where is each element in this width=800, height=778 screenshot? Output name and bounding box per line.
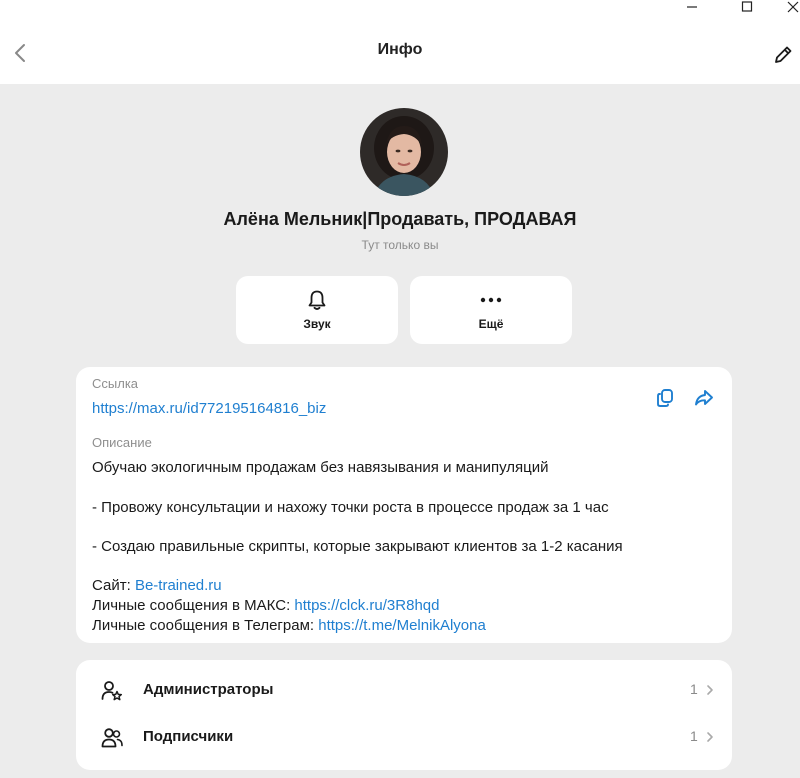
sound-button-label: Звук xyxy=(303,317,331,331)
description-line: - Провожу консультации и нахожу точки ро… xyxy=(92,499,609,516)
members-card: Администраторы 1 Подписчики 1 xyxy=(76,660,732,770)
admin-icon xyxy=(101,681,123,701)
max-contact-prefix: Личные сообщения в МАКС: xyxy=(92,597,295,614)
more-button-label: Ещё xyxy=(478,317,504,331)
maximize-button[interactable] xyxy=(727,0,767,14)
profile-name: Алёна Мельник|Продавать, ПРОДАВАЯ xyxy=(223,209,577,229)
list-item-label: Администраторы xyxy=(143,681,274,698)
link-value[interactable]: https://max.ru/id772195164816_biz xyxy=(92,400,326,417)
telegram-contact-line: Личные сообщения в Телеграм: https://t.m… xyxy=(92,617,486,634)
more-button[interactable]: Ещё xyxy=(410,276,572,344)
sound-button[interactable]: Звук xyxy=(236,276,398,344)
edit-button[interactable] xyxy=(768,40,798,70)
list-item-label: Подписчики xyxy=(143,728,234,745)
list-item-subscribers[interactable]: Подписчики 1 xyxy=(76,714,732,761)
more-icon xyxy=(480,297,502,303)
site-line: Сайт: Be-trained.ru xyxy=(92,577,222,594)
list-item-administrators[interactable]: Администраторы 1 xyxy=(76,667,732,714)
description-line: - Создаю правильные скрипты, которые зак… xyxy=(92,538,623,555)
maximize-icon xyxy=(741,1,753,12)
max-contact-link[interactable]: https://clck.ru/3R8hqd xyxy=(294,597,439,614)
list-item-count: 1 xyxy=(690,681,698,697)
page-title: Инфо xyxy=(377,41,423,58)
chevron-right-icon xyxy=(707,732,713,742)
copy-icon xyxy=(657,389,673,407)
telegram-contact-prefix: Личные сообщения в Телеграм: xyxy=(92,617,319,634)
close-icon xyxy=(787,1,799,13)
site-prefix: Сайт: xyxy=(92,577,135,594)
description-label: Описание xyxy=(92,435,152,450)
profile-subtitle: Тут только вы xyxy=(361,238,439,252)
avatar[interactable] xyxy=(360,108,448,196)
profile-photo xyxy=(360,108,448,196)
chevron-right-icon xyxy=(707,685,713,695)
link-label: Ссылка xyxy=(92,376,139,391)
share-link-button[interactable] xyxy=(692,386,716,410)
description-line: Обучаю экологичным продажам без навязыва… xyxy=(92,459,549,476)
minimize-button[interactable] xyxy=(672,0,712,14)
bell-icon xyxy=(308,290,326,310)
subscribers-icon xyxy=(101,728,123,748)
pencil-icon xyxy=(775,46,792,63)
share-icon xyxy=(695,390,713,406)
info-card: Ссылка https://max.ru/id772195164816_biz… xyxy=(76,367,732,643)
minimize-icon xyxy=(687,6,697,8)
max-contact-line: Личные сообщения в МАКС: https://clck.ru… xyxy=(92,597,439,614)
telegram-contact-link[interactable]: https://t.me/MelnikAlyona xyxy=(318,617,486,634)
site-link[interactable]: Be-trained.ru xyxy=(135,577,222,594)
title-bar: Инфо xyxy=(0,0,800,84)
close-window-button[interactable] xyxy=(773,0,800,14)
list-item-count: 1 xyxy=(690,728,698,744)
copy-link-button[interactable] xyxy=(653,386,677,410)
